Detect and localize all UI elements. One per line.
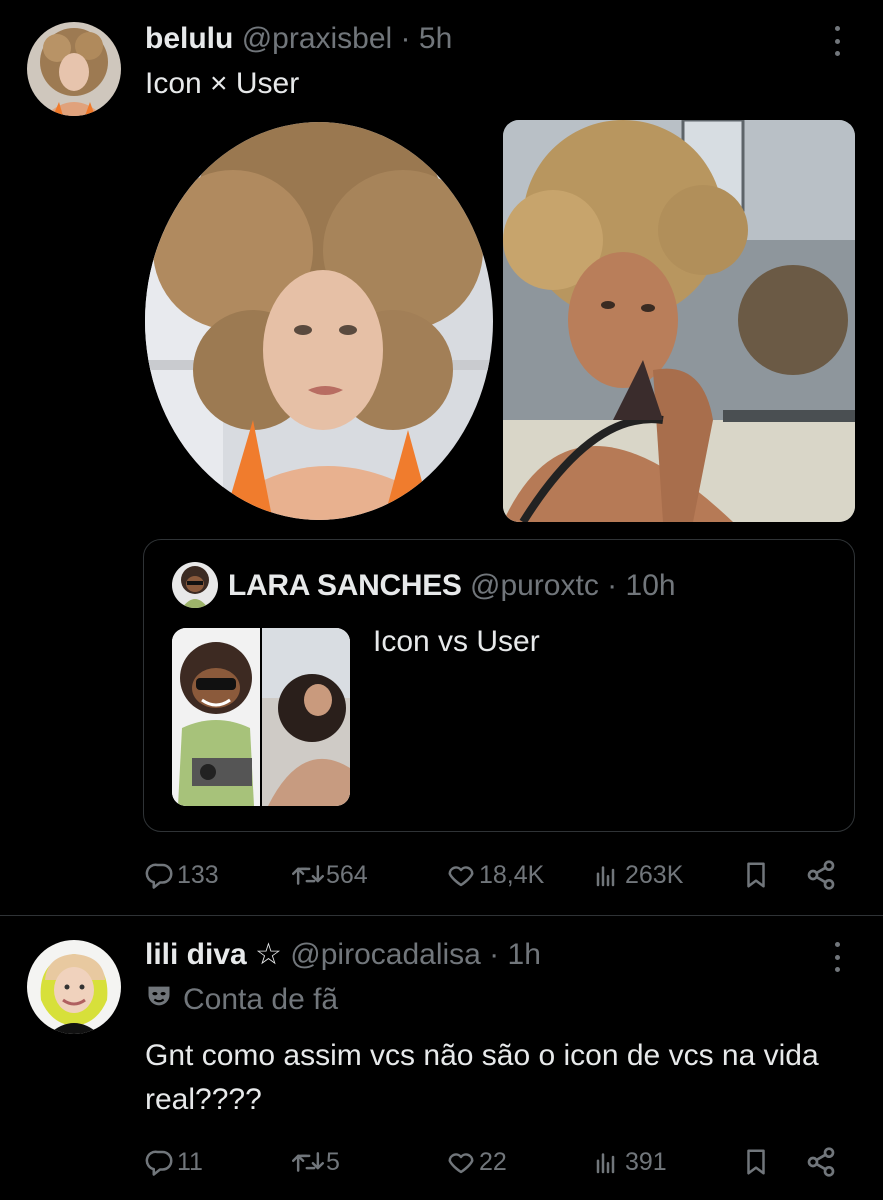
- separator-dot: ·: [607, 569, 618, 602]
- quoted-media[interactable]: [172, 628, 350, 806]
- share-icon: [805, 859, 837, 891]
- timestamp[interactable]: 5h: [419, 22, 452, 55]
- separator-dot: ·: [489, 938, 500, 971]
- repost-icon: [292, 860, 324, 890]
- reply-icon: [145, 860, 175, 890]
- views-count: 391: [625, 1147, 667, 1176]
- share-button[interactable]: [805, 855, 837, 895]
- quoted-timestamp[interactable]: 10h: [626, 569, 676, 602]
- repost-count: 564: [326, 860, 368, 889]
- share-button[interactable]: [805, 1142, 837, 1182]
- share-icon: [805, 1146, 837, 1178]
- mask-icon: [145, 982, 173, 1018]
- reply-icon: [145, 1147, 175, 1177]
- media-image-icon-photo[interactable]: [143, 120, 495, 522]
- quoted-header: LARA SANCHES @puroxtc · 10h: [228, 568, 676, 604]
- username[interactable]: @praxisbel: [242, 22, 393, 55]
- repost-count: 5: [326, 1147, 340, 1176]
- repost-button[interactable]: 564: [292, 855, 368, 895]
- more-icon[interactable]: [831, 942, 843, 972]
- bookmark-button[interactable]: [741, 855, 771, 895]
- reply-button[interactable]: 11: [145, 1142, 203, 1182]
- timeline: belulu @praxisbel · 5h Icon × User LARA …: [0, 0, 883, 1200]
- views-icon: [593, 860, 623, 890]
- display-name[interactable]: lili diva ☆: [145, 938, 282, 971]
- more-icon[interactable]: [831, 26, 843, 56]
- post-media[interactable]: [143, 120, 855, 522]
- reply-count: 133: [177, 860, 219, 889]
- separator-dot: ·: [400, 22, 411, 55]
- quoted-text: Icon vs User: [373, 625, 540, 658]
- views-button[interactable]: 391: [593, 1142, 667, 1182]
- action-bar: 11 5 22 391: [145, 1142, 843, 1182]
- bookmark-icon: [741, 1146, 771, 1178]
- views-count: 263K: [625, 860, 684, 889]
- views-button[interactable]: 263K: [593, 855, 683, 895]
- post-header: lili diva ☆ @pirocadalisa · 1h: [145, 936, 823, 974]
- bookmark-icon: [741, 859, 771, 891]
- quoted-display-name[interactable]: LARA SANCHES: [228, 569, 462, 602]
- reply-count: 11: [177, 1147, 203, 1176]
- avatar[interactable]: [27, 940, 121, 1034]
- post-text: Icon × User: [145, 67, 300, 100]
- media-image-user-photo[interactable]: [503, 120, 855, 522]
- bookmark-button[interactable]: [741, 1142, 771, 1182]
- action-bar: 133 564 18,4K 263K: [145, 855, 843, 895]
- repost-button[interactable]: 5: [292, 1142, 340, 1182]
- display-name[interactable]: belulu: [145, 22, 233, 55]
- quoted-username[interactable]: @puroxtc: [470, 569, 599, 602]
- like-icon: [445, 860, 477, 890]
- like-button[interactable]: 22: [445, 1142, 507, 1182]
- post-header: belulu @praxisbel · 5h: [145, 20, 823, 58]
- like-count: 18,4K: [479, 860, 545, 889]
- quoted-avatar[interactable]: [172, 562, 218, 608]
- like-icon: [445, 1147, 477, 1177]
- post-text: Gnt como assim vcs não são o icon de vcs…: [145, 1039, 819, 1116]
- post[interactable]: lili diva ☆ @pirocadalisa · 1h Conta de …: [0, 916, 883, 1200]
- quoted-post[interactable]: LARA SANCHES @puroxtc · 10h Icon vs User: [143, 539, 855, 832]
- views-icon: [593, 1147, 623, 1177]
- username[interactable]: @pirocadalisa: [290, 938, 481, 971]
- like-button[interactable]: 18,4K: [445, 855, 544, 895]
- fan-account-label[interactable]: Conta de fã: [145, 982, 338, 1018]
- avatar[interactable]: [27, 22, 121, 116]
- post[interactable]: belulu @praxisbel · 5h Icon × User LARA …: [0, 0, 883, 916]
- like-count: 22: [479, 1147, 507, 1176]
- reply-button[interactable]: 133: [145, 855, 219, 895]
- timestamp[interactable]: 1h: [508, 938, 541, 971]
- repost-icon: [292, 1147, 324, 1177]
- badge-text: Conta de fã: [183, 983, 339, 1016]
